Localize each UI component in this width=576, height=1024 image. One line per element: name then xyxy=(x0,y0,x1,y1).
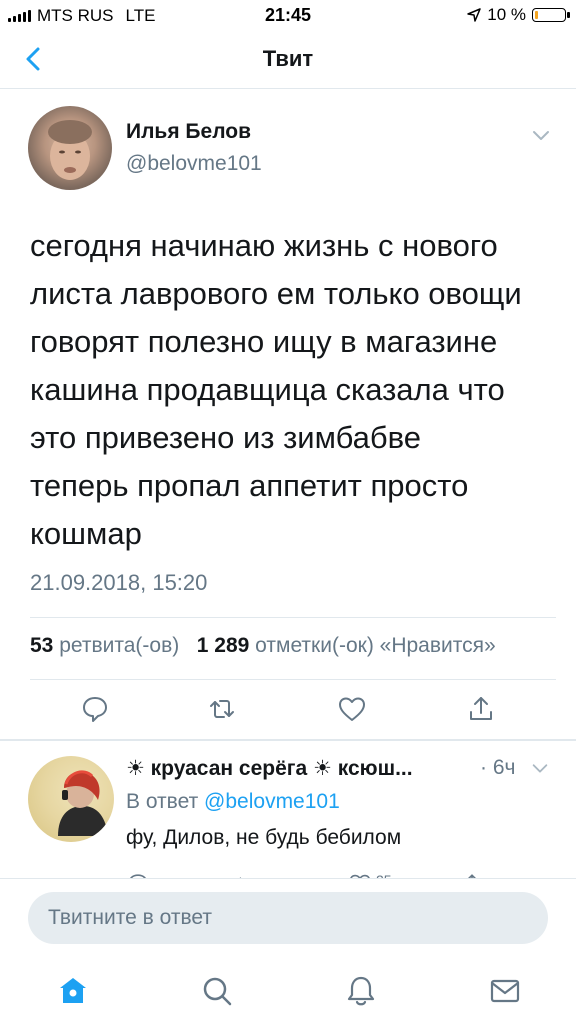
tweet-line: кошмар xyxy=(30,516,142,551)
reply-to-line: В ответ @belovme101 xyxy=(126,790,340,814)
share-icon[interactable] xyxy=(466,694,496,724)
tweet-line: это привезено из зимбабве xyxy=(30,420,421,455)
reply-avatar[interactable] xyxy=(28,756,114,842)
location-arrow-icon xyxy=(467,8,481,22)
avatar-figure xyxy=(58,770,108,836)
battery-percent: 10 % xyxy=(487,5,526,24)
like-label[interactable]: отметки(-ок) xyxy=(255,634,374,657)
reply-to-prefix: В ответ xyxy=(126,790,199,813)
tweet-line: листа лаврового ем только овощи xyxy=(30,276,522,311)
navigation-bar: Твит xyxy=(0,30,576,89)
author-avatar[interactable] xyxy=(28,106,112,190)
chevron-down-icon[interactable] xyxy=(530,758,550,778)
battery-icon xyxy=(532,8,570,22)
status-bar: MTS RUS LTE 21:45 10 % xyxy=(0,0,576,30)
retweet-label[interactable]: ретвита(-ов) xyxy=(59,634,179,657)
reply-author-name[interactable]: ☀ круасан серёга ☀ ксюш... xyxy=(126,756,413,781)
reply-icon[interactable] xyxy=(80,694,110,724)
avatar-face xyxy=(48,120,92,180)
reply-to-mention[interactable]: @belovme101 xyxy=(204,790,340,813)
tweet-line: говорят полезно ищу в магазине xyxy=(30,324,498,359)
bell-icon[interactable] xyxy=(344,974,378,1008)
chevron-down-icon[interactable] xyxy=(530,124,552,146)
heart-icon[interactable] xyxy=(337,694,367,724)
retweet-count[interactable]: 53 xyxy=(30,634,53,657)
retweet-icon[interactable] xyxy=(207,694,237,724)
divider xyxy=(30,617,556,618)
home-icon[interactable] xyxy=(56,974,90,1008)
tweet-text: сегодня начинаю жизнь с нового листа лав… xyxy=(30,222,550,558)
author-name[interactable]: Илья Белов xyxy=(126,120,251,144)
author-handle[interactable]: @belovme101 xyxy=(126,152,262,176)
tweet-line: теперь пропал аппетит просто xyxy=(30,468,469,503)
tab-bar xyxy=(0,958,576,1024)
tweet-line: сегодня начинаю жизнь с нового xyxy=(30,228,498,263)
divider xyxy=(0,739,576,741)
like-label-more[interactable]: «Нравится» xyxy=(380,634,496,657)
tweet-stats: 53 ретвита(-ов) 1 289 отметки(-ок) «Нрав… xyxy=(30,634,576,658)
like-count[interactable]: 1 289 xyxy=(197,634,250,657)
reply-time: · 6ч xyxy=(480,756,516,779)
page-title: Твит xyxy=(262,46,314,71)
reply-compose-input[interactable]: Твитните в ответ xyxy=(28,892,548,944)
reply-text: фу, Дилов, не будь бебилом xyxy=(126,826,402,849)
status-right: 10 % xyxy=(467,5,570,25)
search-icon[interactable] xyxy=(200,974,234,1008)
mail-icon[interactable] xyxy=(488,974,522,1008)
tweet-line: кашина продавщица сказала что xyxy=(30,372,505,407)
tweet-timestamp: 21.09.2018, 15:20 xyxy=(30,570,208,595)
divider xyxy=(30,679,556,680)
